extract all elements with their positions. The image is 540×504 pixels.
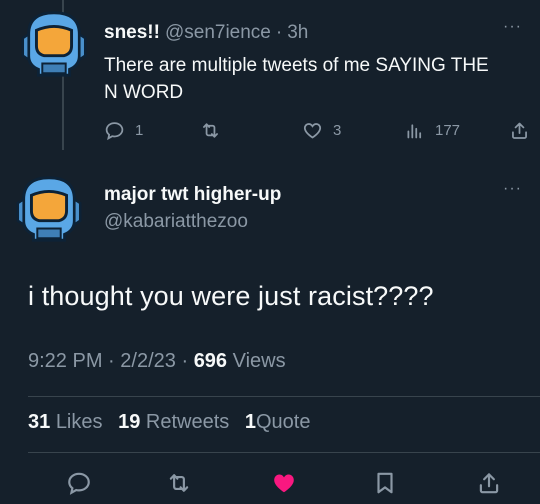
action-bar: 1 3 177 xyxy=(104,116,534,144)
likes-label: Likes xyxy=(55,411,103,433)
tweet-time[interactable]: 9:22 PM xyxy=(28,350,102,372)
reply-button[interactable] xyxy=(66,470,92,496)
like-count: 3 xyxy=(333,121,342,139)
reply-button[interactable]: 1 xyxy=(104,116,143,144)
bookmark-icon xyxy=(377,472,393,494)
separator: · xyxy=(275,22,283,43)
retweets-count: 19 xyxy=(118,411,141,433)
share-icon xyxy=(512,122,527,139)
views-icon xyxy=(407,123,422,138)
tweet-meta: 9:22 PM · 2/2/23 · 696 Views xyxy=(28,350,286,373)
divider xyxy=(28,396,540,397)
helmet-avatar-icon xyxy=(16,176,82,242)
more-options-button[interactable]: ··· xyxy=(503,18,522,36)
handle[interactable]: @sen7ience xyxy=(165,22,271,44)
view-count: 177 xyxy=(435,121,461,139)
heart-filled-icon xyxy=(274,474,294,493)
reply-count: 1 xyxy=(135,121,144,139)
helmet-avatar-icon xyxy=(21,11,87,77)
main-action-bar xyxy=(0,466,540,504)
display-name[interactable]: snes!! xyxy=(104,22,160,44)
retweet-icon xyxy=(203,122,218,138)
heart-icon xyxy=(303,122,322,139)
likes-count: 31 xyxy=(28,411,51,433)
views-button[interactable]: 177 xyxy=(404,116,460,144)
quotes-count: 1 xyxy=(244,411,256,433)
share-button[interactable] xyxy=(509,116,530,144)
tweet-date[interactable]: 2/2/23 xyxy=(120,350,176,372)
like-button[interactable] xyxy=(271,470,297,496)
separator: · xyxy=(108,350,115,372)
retweet-button[interactable] xyxy=(200,116,221,144)
share-button[interactable] xyxy=(476,470,502,496)
retweet-icon xyxy=(169,474,189,492)
share-icon xyxy=(479,473,499,494)
display-name[interactable]: major twt higher-up xyxy=(104,184,281,206)
divider xyxy=(28,452,540,453)
reply-header: snes!! @sen7ience · 3h xyxy=(104,22,308,44)
avatar[interactable] xyxy=(15,5,93,83)
more-options-button[interactable]: ··· xyxy=(503,180,522,198)
retweet-button[interactable] xyxy=(166,470,192,496)
separator: · xyxy=(181,350,189,372)
quotes-label: Quote xyxy=(255,411,311,433)
tweet-text: There are multiple tweets of me SAYING T… xyxy=(104,55,489,103)
retweets-stat[interactable]: 19 Retweets xyxy=(118,411,229,433)
reply-icon xyxy=(105,121,124,140)
timestamp[interactable]: 3h xyxy=(287,22,308,44)
avatar[interactable] xyxy=(10,170,88,248)
views-label: Views xyxy=(232,350,286,372)
handle[interactable]: @kabariatthezoo xyxy=(104,211,248,233)
quotes-stat[interactable]: 1Quote xyxy=(245,411,311,433)
likes-stat[interactable]: 31 Likes xyxy=(28,411,103,433)
like-button[interactable]: 3 xyxy=(302,116,341,144)
bookmark-button[interactable] xyxy=(372,470,398,496)
retweets-label: Retweets xyxy=(145,411,230,433)
tweet-text: i thought you were just racist???? xyxy=(28,281,434,311)
reply-icon xyxy=(68,472,90,495)
engagement-stats: 31 Likes 19 Retweets 1Quote xyxy=(28,411,310,434)
views-count: 696 xyxy=(193,350,228,372)
